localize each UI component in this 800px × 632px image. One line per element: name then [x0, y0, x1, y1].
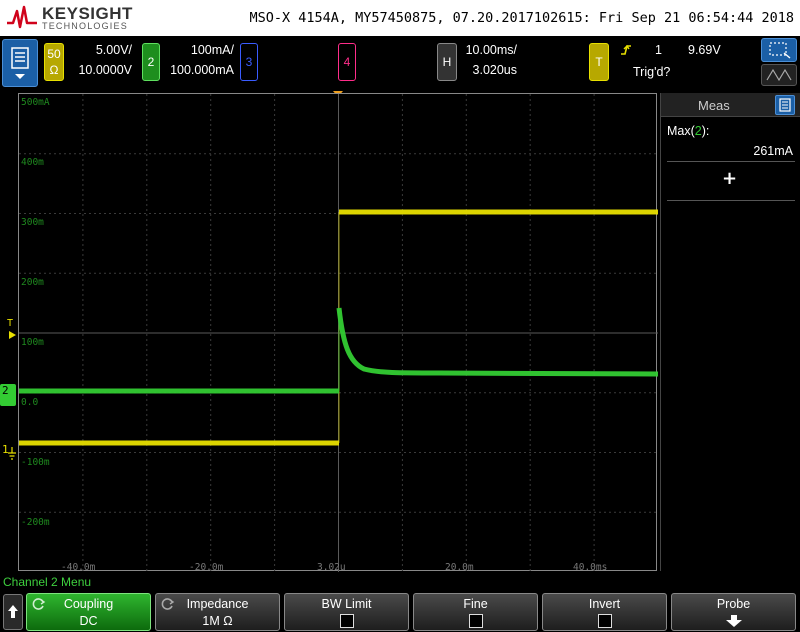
waveform-icon: [766, 68, 792, 82]
delay-value: 3.020us: [472, 63, 517, 77]
title-bar: KEYSIGHT TECHNOLOGIES MSO-X 4154A, MY574…: [0, 0, 800, 36]
impedance-softkey[interactable]: Impedance 1M Ω: [155, 593, 280, 631]
rising-edge-icon: [621, 44, 631, 55]
graticule: 500mA 400m 300m 200m 100m 0.0 -100m -200m -40.0…: [19, 94, 658, 572]
coupling-label: Coupling: [63, 597, 114, 611]
measurement-header: Meas: [661, 93, 800, 117]
channel-header: 50 Ω 5.00V/ 10.0000V 2 100mA/ 100.000mA …: [0, 36, 800, 90]
arrow-down-icon: [726, 615, 742, 627]
y-tick-label: 500mA: [21, 97, 50, 108]
bw-limit-softkey[interactable]: BW Limit: [284, 593, 409, 631]
invert-softkey[interactable]: Invert: [542, 593, 667, 631]
zoom-select-button[interactable]: [761, 38, 797, 62]
fine-checkbox[interactable]: [469, 614, 483, 628]
keysight-logo: KEYSIGHT TECHNOLOGIES: [6, 3, 132, 33]
ch3-badge[interactable]: 3: [240, 43, 258, 81]
invert-checkbox[interactable]: [598, 614, 612, 628]
ch2-values[interactable]: 100mA/ 100.000mA: [164, 40, 234, 80]
ch2-trace-after: [336, 307, 658, 377]
arrow-right-icon: [9, 331, 16, 339]
ch4-badge[interactable]: 4: [338, 43, 356, 81]
ch2-badge[interactable]: 2: [142, 43, 160, 81]
keysight-logo-icon: [7, 5, 37, 29]
x-tick-label: 3.02u: [317, 562, 346, 572]
coupling-softkey[interactable]: Coupling DC: [26, 593, 151, 631]
measurement-divider: [667, 161, 795, 162]
add-measurement-button[interactable]: +: [722, 168, 737, 189]
menu-list-icon: [11, 47, 29, 79]
ohm-icon: Ω: [49, 63, 59, 77]
x-tick-label: 40.0ms: [573, 562, 607, 572]
measurement-label: Max(2):: [667, 124, 710, 138]
y-tick-label: 100m: [21, 337, 44, 348]
waveform-display[interactable]: 500mA 400m 300m 200m 100m 0.0 -100m -200m -40.0…: [18, 93, 658, 572]
instrument-info: MSO-X 4154A, MY57450875, 07.20.201710261…: [249, 10, 794, 26]
trigger-level: 9.69V: [688, 43, 721, 57]
y-tick-label: 200m: [21, 277, 44, 288]
probe-label: Probe: [716, 597, 751, 611]
y-tick-label: 400m: [21, 157, 44, 168]
back-button[interactable]: [3, 594, 23, 630]
ground-icon: [8, 447, 16, 460]
zoom-box-icon: [769, 42, 791, 59]
ch1-ground-marker[interactable]: 1: [0, 443, 16, 463]
fine-label: Fine: [463, 597, 488, 611]
ch2-offset: 100.000mA: [170, 63, 234, 77]
y-tick-label: 0.0: [21, 397, 38, 408]
measurement-channel: 2: [694, 124, 702, 138]
invert-label: Invert: [588, 597, 621, 611]
impedance-value: 1M Ω: [202, 614, 233, 628]
trigger-status: Trig'd?: [633, 65, 671, 79]
ch1-offset: 10.0000V: [78, 63, 132, 77]
main-menu-button[interactable]: [2, 39, 38, 87]
measurement-menu-button[interactable]: [775, 95, 795, 115]
softkey-menu-title: Channel 2 Menu: [3, 575, 92, 589]
measurement-title: Meas: [698, 98, 730, 113]
trigger-badge[interactable]: T: [589, 43, 609, 81]
measurement-divider: [667, 200, 795, 201]
arrow-up-icon: [8, 605, 18, 618]
ch1-impedance-value: 50: [47, 47, 61, 61]
bw-limit-checkbox[interactable]: [340, 614, 354, 628]
y-tick-label: -200m: [21, 517, 50, 528]
bw-limit-label: BW Limit: [321, 597, 372, 611]
fine-softkey[interactable]: Fine: [413, 593, 538, 631]
trigger-source: 1: [655, 43, 662, 57]
horizontal-badge[interactable]: H: [437, 43, 457, 81]
softkey-bar: Coupling DC Impedance 1M Ω BW Limit Fine…: [0, 592, 800, 632]
trigger-level-marker[interactable]: T: [7, 318, 16, 339]
ch1-scale: 5.00V/: [95, 43, 132, 57]
x-tick-label: -20.0m: [189, 562, 224, 572]
ch2-ground-marker[interactable]: 2: [0, 384, 16, 406]
y-tick-label: -100m: [21, 457, 50, 468]
x-tick-label: -40.0m: [61, 562, 96, 572]
measurement-value: 261mA: [753, 144, 793, 158]
timebase-value: 10.00ms/: [465, 43, 517, 57]
brand-subtitle: TECHNOLOGIES: [42, 21, 128, 31]
y-tick-label: 300m: [21, 217, 44, 228]
ch2-scale: 100mA/: [190, 43, 234, 57]
horizontal-values[interactable]: 10.00ms/ 3.020us: [459, 40, 517, 80]
waveform-mode-button[interactable]: [761, 64, 797, 86]
probe-softkey[interactable]: Probe: [671, 593, 796, 631]
x-tick-label: 20.0m: [445, 562, 474, 572]
impedance-label: Impedance: [186, 597, 249, 611]
list-icon: [779, 98, 791, 112]
ch1-badge[interactable]: 50 Ω: [44, 43, 64, 81]
ch1-values[interactable]: 5.00V/ 10.0000V: [70, 40, 132, 80]
measurement-panel: Meas Max(2): 261mA +: [660, 93, 800, 571]
coupling-value: DC: [79, 614, 98, 628]
